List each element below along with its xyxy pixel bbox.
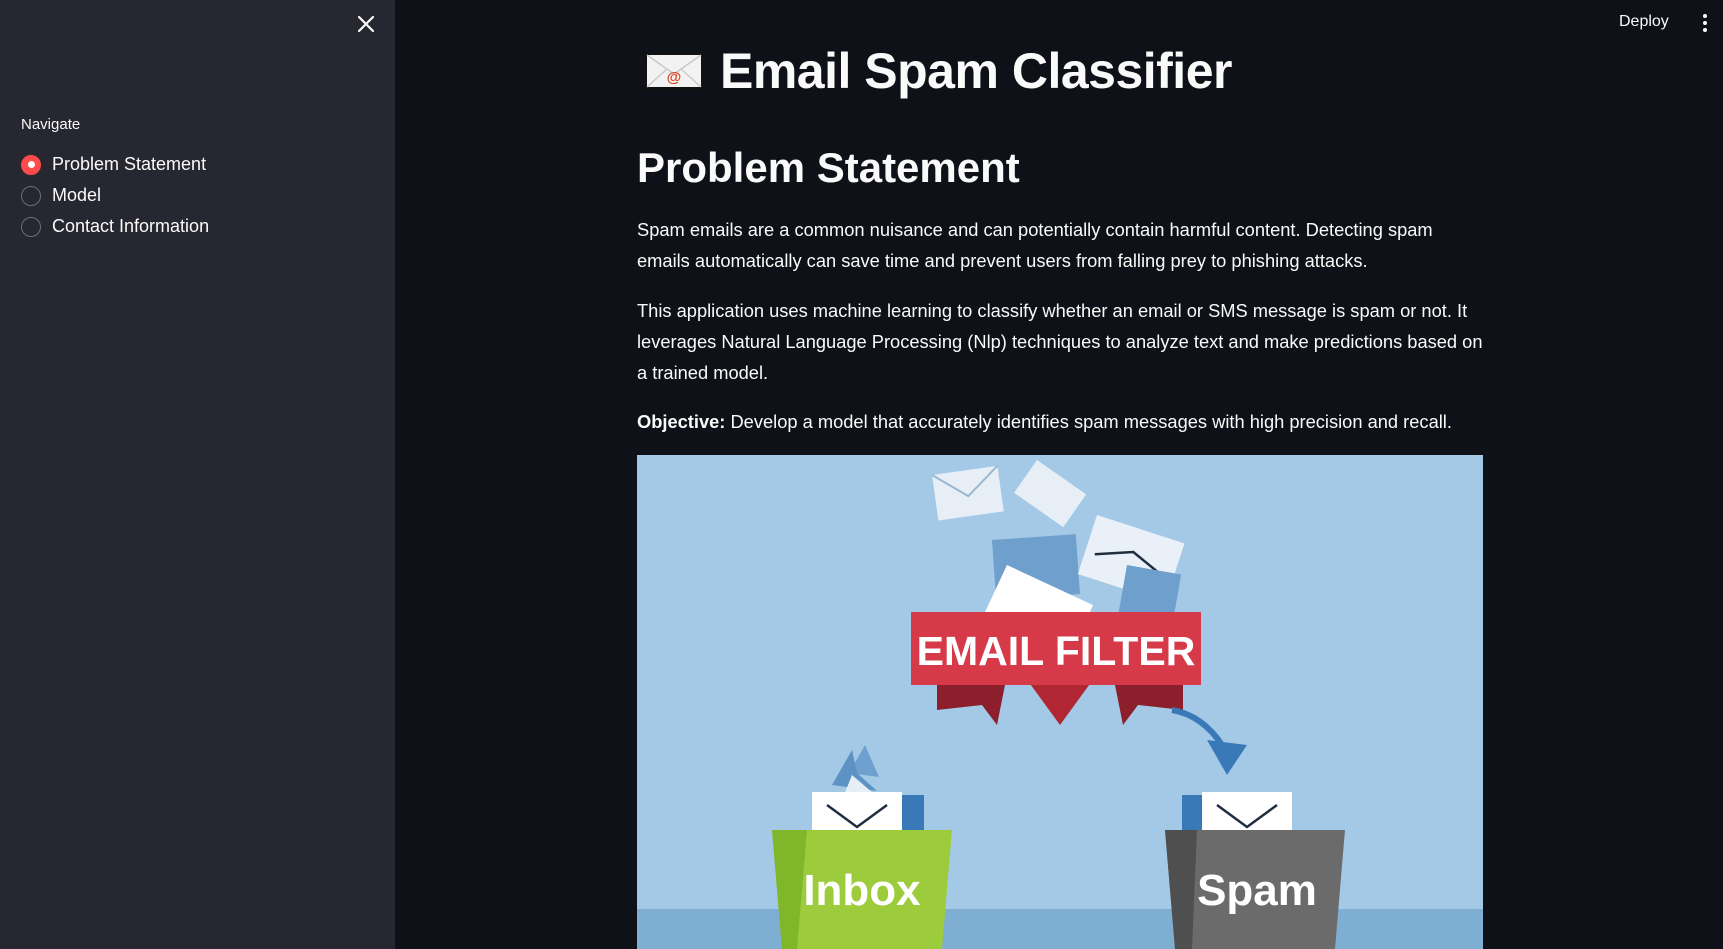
radio-button-selected[interactable]: [21, 154, 41, 175]
section-heading: Problem Statement: [637, 144, 1020, 191]
envelope-icon: @: [644, 52, 704, 90]
objective-paragraph: Objective: Develop a model that accurate…: [637, 406, 1483, 437]
nav-option-contact-information[interactable]: Contact Information: [21, 211, 209, 242]
svg-text:@: @: [667, 69, 682, 86]
sidebar: Navigate Problem Statement Model Contact…: [0, 0, 395, 949]
more-vertical-icon: [1703, 14, 1707, 32]
email-filter-banner: EMAIL FILTER: [911, 612, 1201, 725]
radio-button[interactable]: [21, 216, 41, 237]
title-row: @ Email Spam Classifier: [643, 42, 1232, 100]
radio-button[interactable]: [21, 185, 41, 206]
main-menu-button[interactable]: [1697, 10, 1713, 36]
navigation-radio-group: Problem Statement Model Contact Informat…: [21, 149, 209, 242]
objective-label: Objective:: [637, 411, 726, 432]
close-icon: [357, 15, 375, 33]
nav-option-model[interactable]: Model: [21, 180, 209, 211]
inbox-illustration: Inbox: [772, 792, 952, 949]
spam-illustration: Spam: [1165, 792, 1345, 949]
close-sidebar-button[interactable]: [354, 12, 378, 36]
nav-option-label: Model: [52, 185, 102, 205]
nav-option-label: Contact Information: [52, 216, 210, 236]
email-filter-image: EMAIL FILTER Inbox Spam: [637, 455, 1483, 949]
nav-option-problem-statement[interactable]: Problem Statement: [21, 149, 209, 180]
spam-label: Spam: [1197, 866, 1317, 915]
deploy-button[interactable]: Deploy: [1613, 10, 1675, 36]
page-title: Email Spam Classifier: [720, 43, 1232, 99]
arrow-right-illustration: [1171, 707, 1247, 775]
navigate-label: Navigate: [21, 116, 81, 133]
application-paragraph: This application uses machine learning t…: [637, 300, 1483, 383]
objective-text: Develop a model that accurately identifi…: [725, 411, 1452, 432]
nav-option-label: Problem Statement: [52, 154, 207, 174]
banner-text: EMAIL FILTER: [917, 628, 1196, 674]
problem-paragraph: Spam emails are a common nuisance and ca…: [637, 219, 1433, 271]
inbox-label: Inbox: [803, 866, 921, 915]
